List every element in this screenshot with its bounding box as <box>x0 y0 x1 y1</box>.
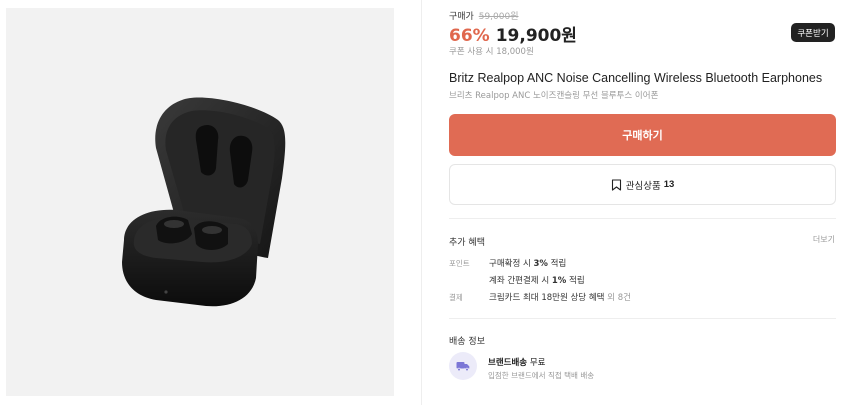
section-divider <box>449 218 836 219</box>
buy-button[interactable]: 구매하기 <box>449 114 836 156</box>
shipping-type-label: 브랜드배송 <box>488 358 528 368</box>
point-benefit-1-text: 구매확정 시 <box>489 259 534 269</box>
benefits-more-link[interactable]: 더보기 <box>813 234 835 245</box>
shipping-note: 입점한 브랜드에서 직접 택배 배송 <box>488 371 595 380</box>
panel-divider <box>421 0 422 405</box>
point-benefit-2-rate: 1% <box>551 276 567 286</box>
point-benefit-2-text: 계좌 간편결제 시 <box>489 276 552 286</box>
product-info-panel: 구매가 59,000원 66% 19,900원 쿠폰받기 쿠폰 사용 시 18,… <box>449 0 837 405</box>
shipping-fee: 무료 <box>529 358 546 368</box>
discount-rate: 66% <box>449 26 490 46</box>
shipping-icon-badge <box>449 352 477 380</box>
pay-benefit-extra[interactable]: 외 8건 <box>607 293 631 303</box>
point-benefit-1-rate: 3% <box>533 259 548 269</box>
product-subtitle: 브리츠 Realpop ANC 노이즈캔슬링 무선 블루투스 이어폰 <box>449 91 659 101</box>
truck-icon <box>456 362 470 372</box>
point-key: 포인트 <box>449 259 470 268</box>
point-benefit-2-suffix: 적립 <box>566 276 585 286</box>
sale-price: 19,900원 <box>495 26 577 46</box>
wishlist-label: 관심상품 <box>625 180 661 192</box>
product-title: Britz Realpop ANC Noise Cancelling Wirel… <box>449 71 823 85</box>
point-benefit-1: 구매확정 시 3% 적립 <box>489 257 566 269</box>
product-image <box>6 8 394 396</box>
pay-key: 결제 <box>449 293 463 302</box>
bookmark-icon <box>611 178 621 191</box>
pay-benefit: 크림카드 최대 18만원 상당 혜택 외 8건 <box>489 291 631 303</box>
coupon-button[interactable]: 쿠폰받기 <box>791 23 835 42</box>
point-benefit-2: 계좌 간편결제 시 1% 적립 <box>489 274 585 286</box>
benefits-title: 추가 혜택 <box>449 238 485 248</box>
earbuds-case-image <box>122 97 286 307</box>
wishlist-count: 13 <box>663 179 675 190</box>
section-divider <box>449 318 836 319</box>
wishlist-button[interactable]: 관심상품 13 <box>449 164 836 205</box>
coupon-price-note: 쿠폰 사용 시 18,000원 <box>449 47 534 57</box>
shipping-title: 배송 정보 <box>449 337 485 347</box>
point-benefit-1-suffix: 적립 <box>547 259 567 269</box>
shipping-type: 브랜드배송 무료 <box>488 356 545 368</box>
pay-benefit-text: 크림카드 최대 18만원 상당 혜택 <box>489 293 605 303</box>
price-row: 66% 19,900원 <box>449 21 577 46</box>
